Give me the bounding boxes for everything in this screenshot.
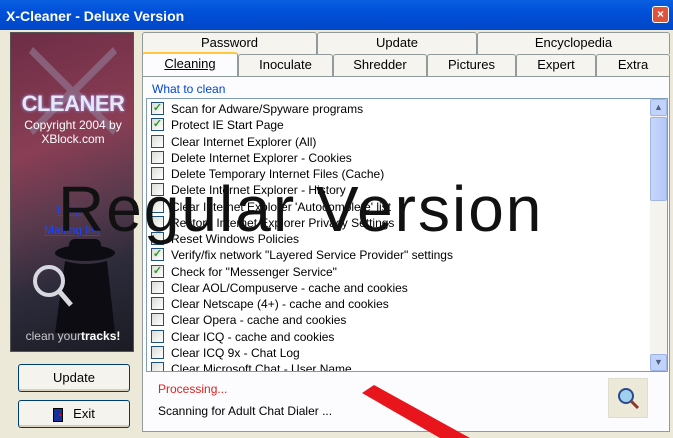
item-label: Protect IE Start Page (171, 118, 284, 133)
tab-encyclopedia-label: Encyclopedia (534, 35, 613, 50)
copyright-line-2: XBlock.com (41, 132, 105, 146)
item-checkbox[interactable] (151, 150, 164, 164)
tab-pictures[interactable]: Pictures (427, 54, 516, 76)
scroll-up-icon[interactable]: ▲ (650, 99, 667, 116)
item-checkbox[interactable] (151, 362, 164, 371)
item-checkbox[interactable] (151, 297, 164, 310)
item-label: Clear ICQ 9x - Chat Log (171, 345, 300, 360)
door-icon (53, 407, 64, 422)
scroll-down-icon[interactable]: ▼ (650, 354, 667, 371)
tab-cleaning-label: Cleaning (164, 56, 216, 71)
tab-expert-label: Expert (537, 57, 575, 72)
exit-button-label: Exit (73, 406, 95, 421)
item-checkbox[interactable]: ✓ (151, 248, 164, 262)
item-checkbox[interactable] (151, 345, 164, 359)
scan-magnifier-icon (608, 378, 648, 418)
update-button[interactable]: Update (18, 364, 130, 392)
watermark-text: Regular Version (58, 173, 544, 245)
tagline: clean yourtracks! (11, 329, 133, 343)
item-checkbox[interactable]: ✓ (151, 102, 164, 115)
tab-shredder[interactable]: Shredder (333, 54, 427, 76)
tab-shredder-label: Shredder (353, 57, 407, 72)
copyright-line-1: Copyright 2004 by (24, 118, 122, 132)
item-checkbox[interactable]: ✓ (151, 118, 164, 132)
tagline-prefix: clean your (25, 329, 81, 343)
status-detail: Scanning for Adult Chat Dialer ... (158, 404, 333, 418)
tab-expert[interactable]: Expert (516, 54, 596, 76)
vertical-scrollbar[interactable]: ▲ ▼ (650, 99, 667, 371)
tab-extra-label: Extra (617, 57, 649, 72)
item-checkbox[interactable] (151, 313, 164, 327)
item-checkbox[interactable] (151, 134, 164, 148)
item-label: Clear ICQ - cache and cookies (171, 329, 335, 344)
tab-inoculate[interactable]: Inoculate (238, 54, 333, 76)
detective-icon (33, 239, 115, 333)
item-label: Delete Internet Explorer - Cookies (171, 150, 352, 165)
window-title: X-Cleaner - Deluxe Version (6, 8, 185, 24)
exit-button[interactable]: Exit (18, 400, 130, 428)
copyright-text: Copyright 2004 by XBlock.com (11, 118, 133, 146)
tab-update[interactable]: Update (317, 32, 477, 54)
tab-password[interactable]: Password (142, 32, 317, 54)
item-label: Check for "Messenger Service" (171, 264, 337, 279)
red-arrow-icon (362, 385, 470, 438)
item-label: Clear Opera - cache and cookies (171, 313, 347, 328)
tab-inoculate-label: Inoculate (259, 57, 312, 72)
item-label: Verify/fix network "Layered Service Prov… (171, 248, 453, 263)
close-button[interactable]: × (652, 6, 669, 23)
group-label: What to clean (150, 82, 228, 96)
item-checkbox[interactable]: ✓ (151, 264, 164, 278)
item-label: Scan for Adware/Spyware programs (171, 102, 364, 116)
tab-encyclopedia[interactable]: Encyclopedia (477, 32, 670, 54)
item-label: Clear Microsoft Chat - User Name (171, 362, 352, 372)
item-label: Clear Netscape (4+) - cache and cookies (171, 297, 389, 311)
tagline-bold: tracks! (81, 329, 121, 343)
item-checkbox[interactable] (151, 280, 164, 294)
tab-pictures-label: Pictures (448, 57, 495, 72)
item-label: Clear Internet Explorer (All) (171, 134, 317, 149)
brand-logo: CLEANER (21, 91, 125, 116)
status-processing: Processing... (158, 382, 228, 396)
tab-extra[interactable]: Extra (596, 54, 670, 76)
item-label: Clear AOL/Compuserve - cache and cookies (171, 280, 408, 295)
tab-password-label: Password (200, 35, 259, 50)
tab-update-label: Update (376, 35, 418, 50)
item-checkbox[interactable] (151, 329, 164, 343)
title-bar: X-Cleaner - Deluxe Version × (0, 0, 673, 30)
scroll-thumb[interactable] (650, 117, 667, 201)
update-button-label: Update (53, 370, 95, 385)
tab-cleaning[interactable]: Cleaning (142, 52, 238, 76)
